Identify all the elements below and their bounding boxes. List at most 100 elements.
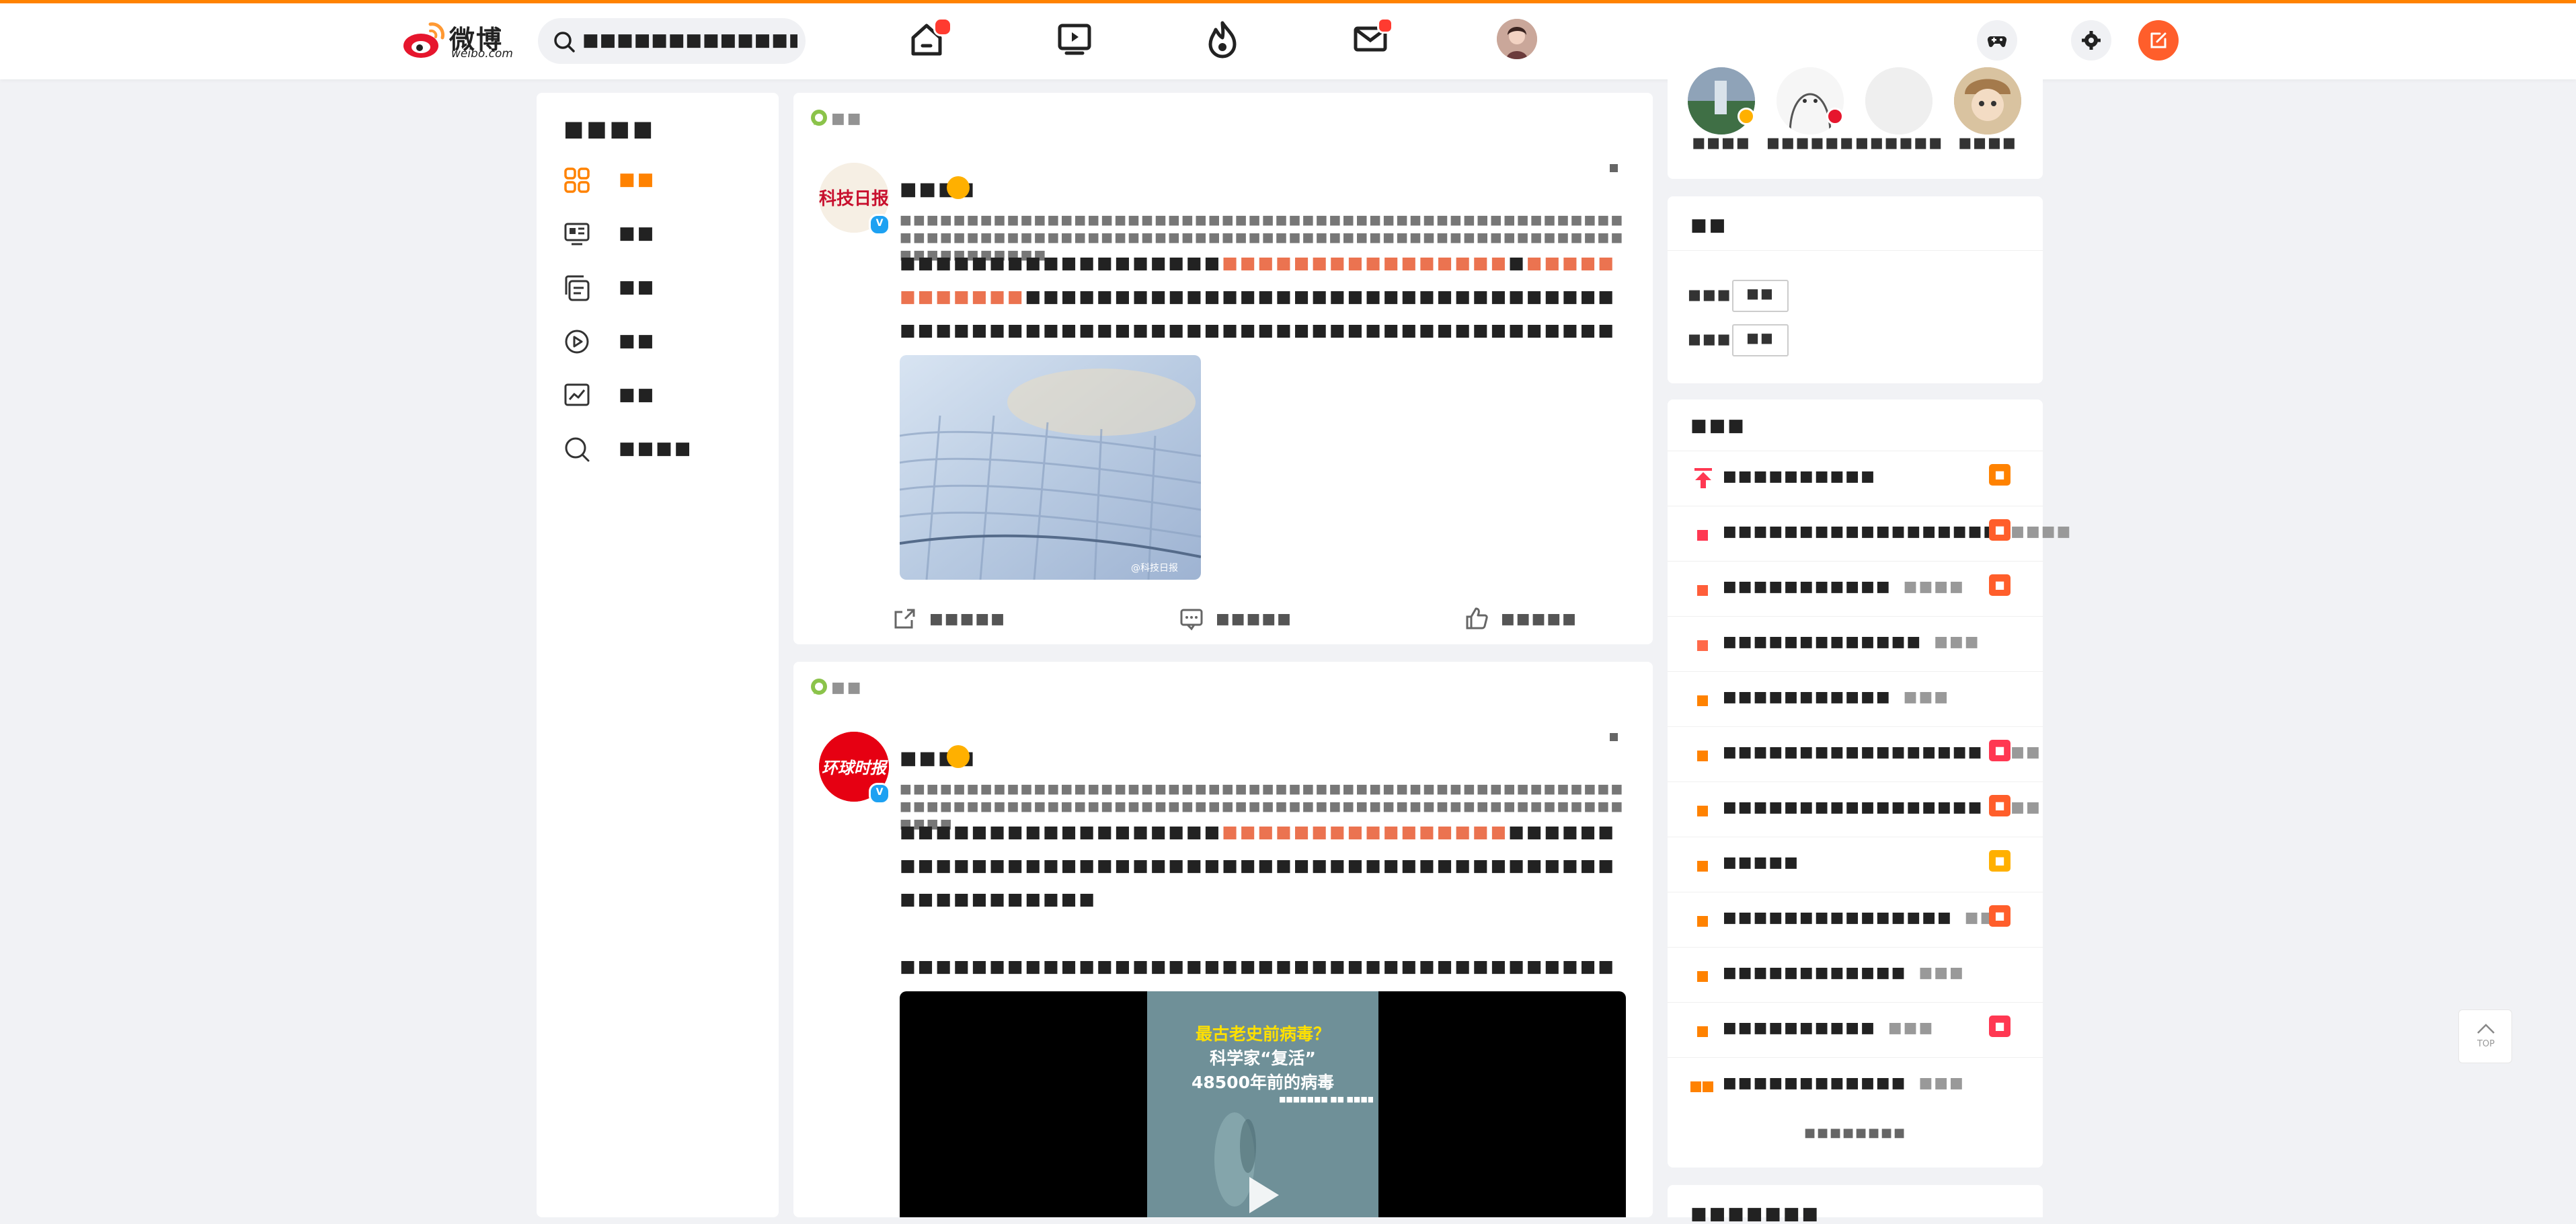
image-watermark: @科技日报 [1131, 563, 1178, 574]
hot-search-item[interactable]: ■■■■■■■■■■■ ■■■ [1668, 671, 2043, 727]
hot-search-title-text: ■■■■■■■■■■ ■■■ [1723, 1020, 1935, 1036]
hot-search-title-text: ■■■■■■■■■■■■■■■ [1723, 578, 1965, 595]
rank-marker [1697, 751, 1708, 761]
like-button[interactable]: ■■■■■ [1465, 605, 1599, 632]
game-button[interactable] [1977, 20, 2017, 61]
like-count: ■■■■■ [1501, 611, 1577, 627]
follow-name[interactable]: ■■■■ [1944, 135, 2031, 151]
share-icon [894, 609, 915, 629]
comment-button[interactable]: ■■■■■ [1179, 605, 1314, 632]
home-nav-button[interactable] [906, 17, 952, 59]
search-input[interactable]: ■■■■■■■■■■■■■■■■■■■■ [538, 18, 806, 64]
post-image[interactable]: @科技日报 [900, 355, 1201, 580]
hashtag-link[interactable]: ■■■■■■■■■■■■■■■■ [1222, 822, 1508, 841]
weibo-logo-icon [403, 22, 445, 58]
video-frame: 最古老史前病毒？ 科学家“复活” 48500年前的病毒 ■■■■■■■ ■■ ■… [1147, 991, 1378, 1217]
hot-search-item[interactable]: ■■■■■■■■■■ ■ [1668, 451, 2043, 506]
verified-badge: V [869, 783, 890, 804]
follow-avatar[interactable] [1865, 67, 1933, 135]
hot-badge: ■ [1989, 795, 2011, 816]
video-caption-line-1: 最古老史前病毒？ [1195, 1024, 1330, 1044]
hot-search-item[interactable]: ■■■■■■■■■■■■ ■■■ [1668, 1057, 2043, 1112]
member-badge-icon [947, 176, 970, 199]
sidebar-item-home[interactable]: ■■ [563, 160, 765, 200]
weibo-logo[interactable]: 微博 weibo.com [401, 17, 519, 62]
hot-search-item[interactable]: ■■■■■■■■■■■■ ■■■ [1668, 947, 2043, 1003]
hot-search-item[interactable]: ■■■■■■■■■■ ■■■ ■ [1668, 1002, 2043, 1058]
sidebar-item-label: ■■ [619, 169, 656, 190]
follow-name[interactable]: ■■■■ [1678, 135, 1765, 151]
post-text-part: ■■■■■■■■■■■■■■■■■■ [900, 253, 1222, 272]
follow-name[interactable]: ■■■■■■… [1855, 135, 1943, 151]
comment-count: ■■■■■ [1216, 611, 1292, 627]
video-caption-line-2: 科学家“复活” [1210, 1048, 1316, 1068]
search-icon [554, 32, 575, 52]
video-nav-button[interactable] [1054, 19, 1095, 59]
hot-search-item[interactable]: ■■■■■■■■■■■ ■■■■ ■ [1668, 561, 2043, 617]
follow-avatar[interactable] [1954, 67, 2021, 135]
rank-marker [1697, 585, 1708, 596]
avatar-image [1954, 67, 2021, 135]
compose-button[interactable] [2138, 20, 2179, 61]
share-button[interactable]: ■■■■■ [893, 605, 1027, 632]
post-text-part: ■■■■■■■■■■■■■■■■■■ [900, 822, 1222, 841]
hot-search-title-text: ■■■■■■■■■■■■■■■ [1723, 1075, 1965, 1092]
hot-nav-button[interactable] [1202, 19, 1243, 59]
sidebar-item-label: ■■ [619, 331, 656, 351]
member-badge-icon [947, 745, 970, 768]
video-player[interactable]: 最古老史前病毒？ 科学家“复活” 48500年前的病毒 ■■■■■■■ ■■ ■… [900, 991, 1626, 1217]
play-icon[interactable] [1243, 1173, 1283, 1217]
hot-search-item[interactable]: ■■■■■■■■■■■■■ ■■■ [1668, 616, 2043, 672]
logo-subtext: weibo.com [451, 47, 513, 61]
hot-search-title-text: ■■■■■■■■■■ [1723, 468, 1876, 485]
back-to-top-button[interactable]: TOP [2458, 1009, 2512, 1063]
svg-text:科技日报: 科技日报 [819, 188, 889, 209]
video-caption-line-3: 48500年前的病毒 [1192, 1073, 1334, 1092]
more-options-icon[interactable] [1610, 733, 1618, 741]
messages-nav-button[interactable] [1350, 17, 1393, 59]
feed-post: ■■ 科技日报 V ■■■■ ■■■■■■■■■■■■■■■■■■■■■■■■■… [793, 93, 1653, 644]
post-source-label: ■■ [831, 110, 863, 127]
post-text-part: ■ [1508, 253, 1526, 272]
tags-panel: ■■ ■■■ ■■ ■■■ ■■ [1668, 196, 2043, 383]
post-text: ■■■■■■■■■■■■■■■■■■■■■■■■■■■■■■■■■■■■■■■■… [900, 815, 1626, 1017]
rank-marker [1697, 640, 1708, 651]
notification-dot [1377, 17, 1393, 34]
profile-avatar[interactable] [1497, 19, 1537, 59]
hot-search-item[interactable]: ■■■■■ ■ [1668, 837, 2043, 892]
hot-search-item[interactable]: ■■■■■■■■■■■■■■■■■ ■■■ ■ [1668, 726, 2043, 782]
hot-search-title-text: ■■■■■■■■■■■■■■■ [1723, 964, 1965, 981]
hot-search-title-text: ■■■■■■■■■■■■■■■ ■■■ [1723, 909, 2011, 926]
sidebar-item-search[interactable]: ■■■■ [563, 429, 765, 469]
thumbs-up-icon [1466, 607, 1488, 629]
sidebar-item-label: ■■■■ [619, 438, 693, 459]
view-more-link[interactable]: ■■■■■■■■ [1668, 1126, 2043, 1140]
tag-pill[interactable]: ■■ [1732, 280, 1789, 312]
tag-label: ■■■ [1688, 331, 1732, 347]
divider [1668, 250, 2043, 251]
hashtag-link[interactable]: ■■■■■■■■■■■■■■■■ [1222, 253, 1508, 272]
edit-icon [2150, 32, 2167, 48]
more-options-icon[interactable] [1610, 164, 1618, 172]
hot-badge: ■ [1989, 464, 2011, 486]
trend-chart-icon [564, 383, 590, 406]
hot-search-item[interactable]: ■■■■■■■■■■■■■■■■■■ ■■■■ ■ [1668, 506, 2070, 562]
chevron-up-icon [2477, 1024, 2495, 1034]
hot-search-title-text: ■■■■■ [1723, 854, 1799, 871]
rank-marker [1697, 695, 1708, 706]
settings-button[interactable] [2071, 20, 2111, 61]
search-icon [565, 437, 590, 462]
comment-bubble-icon [811, 110, 827, 126]
hot-search-item[interactable]: ■■■■■■■■■■■■■■■ ■■■ ■ [1668, 892, 2043, 948]
hot-badge: ■ [1989, 850, 2011, 872]
tag-pill[interactable]: ■■ [1732, 324, 1789, 356]
sidebar-item-video[interactable]: ■■ [563, 321, 765, 362]
flame-icon [1208, 21, 1237, 59]
hot-search-item[interactable]: ■■■■■■■■■■■■■■■■■ ■■■ ■ [1668, 781, 2043, 837]
sidebar-item-label: ■■ [619, 385, 656, 405]
sidebar-item-album[interactable]: ■■ [563, 268, 765, 308]
sidebar-item-trend[interactable]: ■■ [563, 375, 765, 416]
follow-name[interactable]: ■■■■■■… [1766, 135, 1854, 151]
sidebar-item-news[interactable]: ■■ [563, 214, 765, 254]
sidebar-item-label: ■■ [619, 277, 656, 297]
